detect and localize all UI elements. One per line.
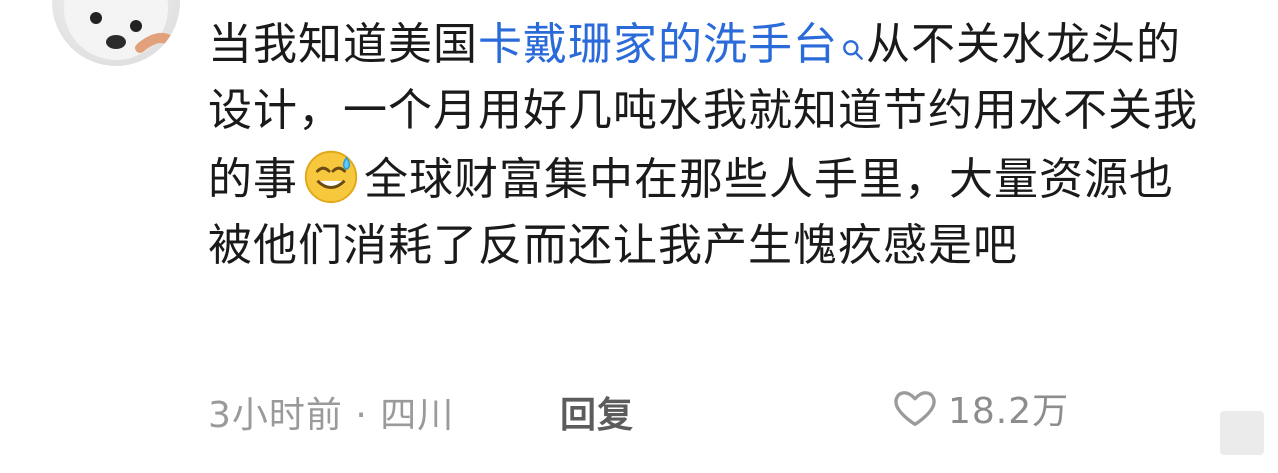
- avatar[interactable]: [52, 0, 180, 66]
- watermark: [1220, 411, 1264, 455]
- search-icon[interactable]: [840, 16, 866, 60]
- sweat-smile-emoji-icon: [300, 144, 362, 206]
- comment-footer: 3小时前 · 四川 回复 18.2万: [208, 380, 1278, 436]
- comment-text-part-1: 当我知道美国: [208, 19, 478, 70]
- comment-screen: 当我知道美国卡戴珊家的洗手台 从不关水龙头的设计，一个月用好几吨水我就知道节约用…: [0, 0, 1278, 473]
- comment-meta: 3小时前 · 四川: [208, 395, 455, 436]
- search-link[interactable]: 卡戴珊家的洗手台: [478, 19, 866, 70]
- reply-button[interactable]: 回复: [560, 386, 634, 438]
- search-link-text[interactable]: 卡戴珊家的洗手台: [478, 19, 838, 70]
- heart-outline-icon[interactable]: [892, 385, 938, 431]
- like-button[interactable]: 18.2万: [892, 380, 1069, 436]
- comment-text: 当我知道美国卡戴珊家的洗手台 从不关水龙头的设计，一个月用好几吨水我就知道节约用…: [208, 12, 1218, 279]
- like-count: 18.2万: [948, 391, 1070, 432]
